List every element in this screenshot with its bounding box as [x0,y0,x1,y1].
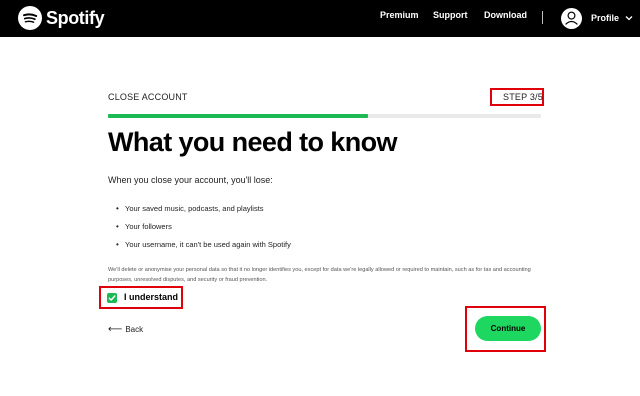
step-count: STEP 3/5 [503,92,543,102]
progress-fill [108,114,368,118]
brand-name: Spotify [46,7,105,28]
loss-list: • Your saved music, podcasts, and playli… [116,204,291,258]
step-title: CLOSE ACCOUNT [108,92,188,102]
bullet-icon: • [116,240,119,249]
list-item-text: Your followers [125,222,172,231]
list-item: • Your saved music, podcasts, and playli… [116,204,291,222]
understand-label[interactable]: I understand [124,292,178,302]
chevron-down-icon [625,15,633,21]
bullet-icon: • [116,204,119,213]
disclaimer-text: We'll delete or anonymise your personal … [108,267,531,283]
spotify-logo-icon [18,6,42,30]
user-icon [561,7,582,29]
back-button[interactable]: ⟵ Back [108,324,143,335]
page-title: What you need to know [108,127,398,157]
spotify-logo[interactable]: Spotify [18,5,105,31]
list-item: • Your followers [116,222,291,240]
continue-button[interactable]: Continue [475,316,541,341]
intro-text: When you close your account, you'll lose… [108,175,273,185]
profile-label: Profile [591,13,620,23]
profile-menu[interactable]: Profile [561,5,633,31]
list-item: • Your username, it can't be used again … [116,240,291,258]
understand-checkbox[interactable] [107,293,117,303]
nav-divider [542,11,543,24]
top-navigation-bar: Spotify Premium Support Download Profile [0,0,640,37]
list-item-text: Your saved music, podcasts, and playlist… [125,204,264,213]
nav-support[interactable]: Support [433,10,468,20]
nav-download[interactable]: Download [484,10,527,20]
check-icon [108,295,116,301]
list-item-text: Your username, it can't be used again wi… [125,240,291,249]
back-label: Back [125,325,144,334]
progress-bar [108,114,541,118]
nav-premium[interactable]: Premium [380,10,419,20]
arrow-left-icon: ⟵ [108,324,123,335]
bullet-icon: • [116,222,119,231]
